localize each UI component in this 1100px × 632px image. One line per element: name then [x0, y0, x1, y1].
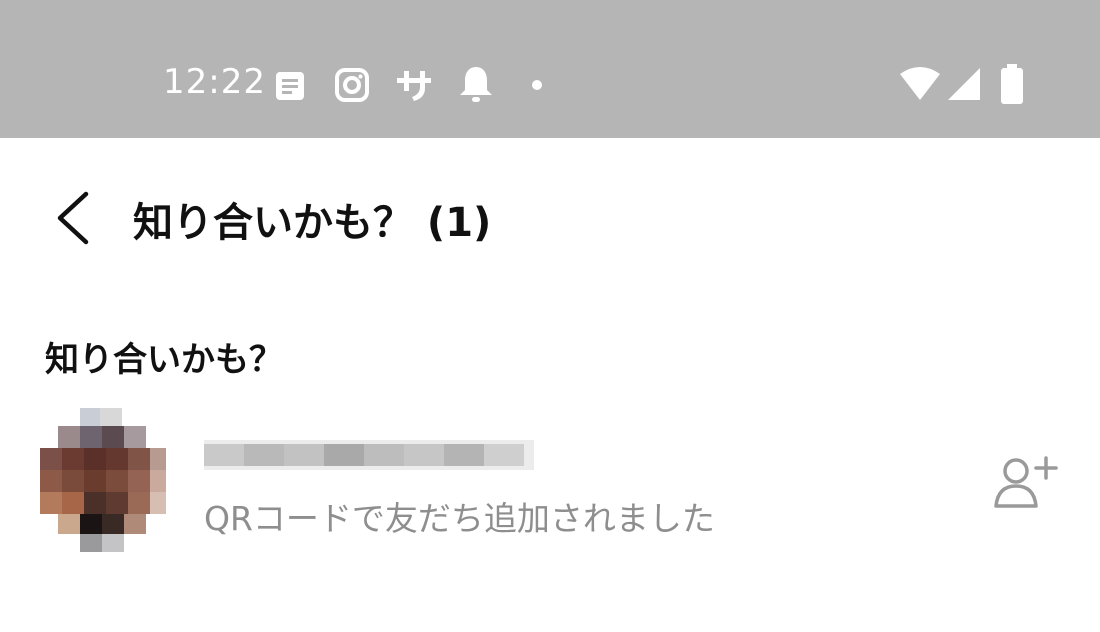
- friend-name: [204, 440, 534, 470]
- cellular-signal-icon: [948, 68, 980, 100]
- chevron-left-icon: [57, 191, 89, 245]
- instagram-icon: [335, 68, 369, 102]
- notes-icon: [276, 72, 304, 100]
- back-button[interactable]: [48, 188, 98, 248]
- status-bar: 12:22: [0, 0, 1100, 138]
- add-friend-icon: [994, 456, 1058, 508]
- app-glyph-icon: [397, 71, 431, 101]
- bell-icon: [460, 67, 492, 102]
- section-title: 知り合いかも？: [45, 340, 283, 380]
- page-title: 知り合いかも？ (1): [133, 200, 492, 246]
- battery-icon: [1001, 64, 1023, 104]
- wifi-icon: [900, 67, 940, 100]
- friend-subtitle: QRコードで友だち追加されました: [204, 499, 715, 538]
- add-friend-button[interactable]: [990, 452, 1062, 512]
- status-time: 12:22: [163, 62, 266, 102]
- dot-icon: [532, 80, 542, 90]
- avatar: [40, 408, 166, 552]
